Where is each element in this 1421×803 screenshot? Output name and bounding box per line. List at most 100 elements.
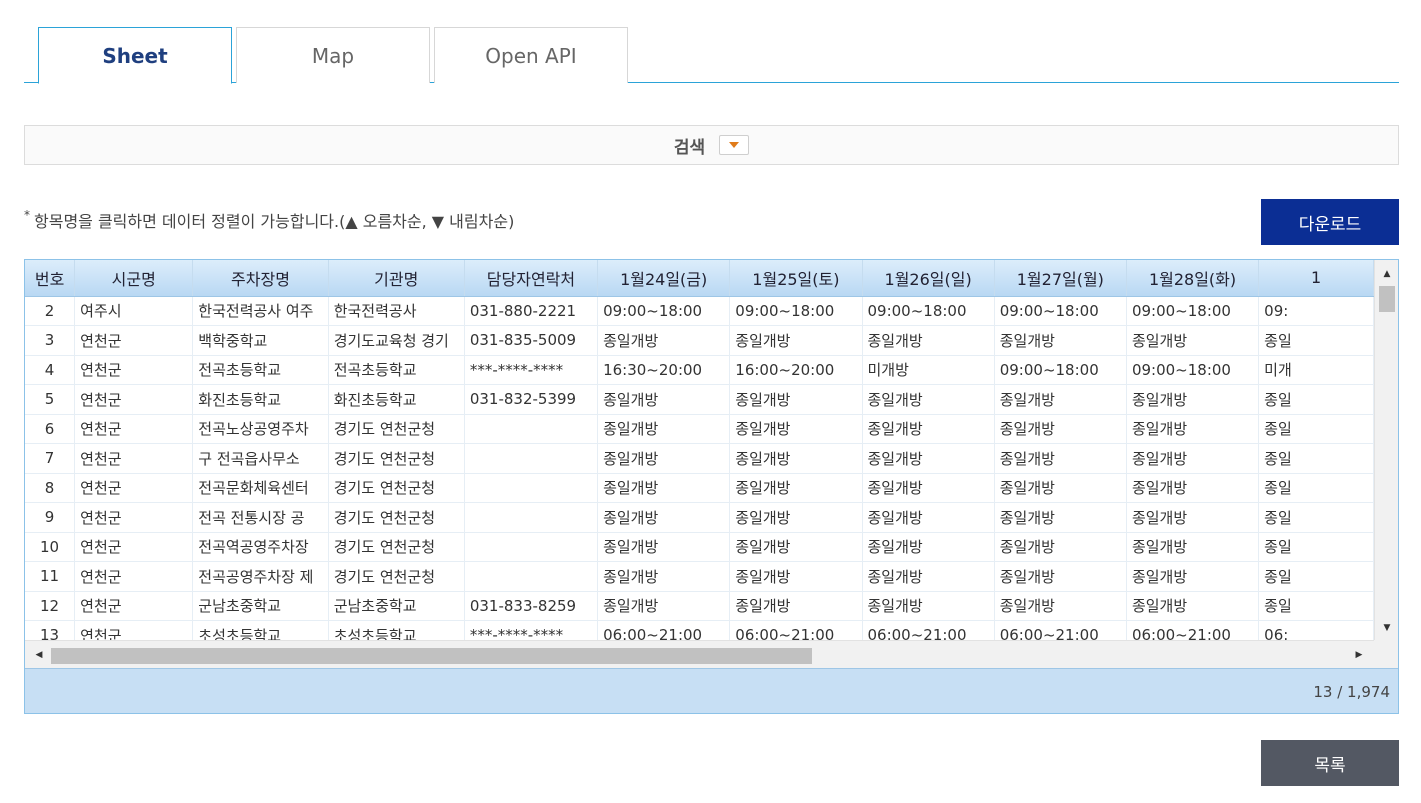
table-cell: 화진초등학교 (192, 384, 329, 415)
table-row[interactable]: 12 연천군 군남초중학교 군남초중학교 031-833-8259 종일개방 종일개방 종일개… (25, 591, 1374, 621)
table-row[interactable]: 7 연천군 구 전곡읍사무소 경기도 연천군청 종일개방 종일개방 종일개방 종일개방 종일개방… (25, 443, 1374, 474)
table-cell: 3 (25, 325, 76, 356)
table-row[interactable]: 4 연천군 전곡초등학교 전곡초등학교 ***-****-**** 16:30~20:00… (25, 355, 1374, 385)
table-cell: 종일개방 (994, 561, 1127, 592)
table-cell: 06:00~21:00 (862, 620, 995, 640)
table-cell: 종일개방 (862, 443, 995, 474)
column-header[interactable]: 1월26일(일) (862, 260, 995, 297)
table-cell: 종일개방 (597, 414, 731, 444)
table-cell: 백학중학교 (192, 325, 329, 356)
table-row[interactable]: 2 여주시 한국전력공사 여주 한국전력공사 031-880-2221 09:00~18:… (25, 296, 1374, 326)
table-cell: 031-832-5399 (464, 384, 599, 415)
table-cell: 종일개방 (597, 591, 731, 621)
list-button[interactable]: 목록 (1261, 740, 1399, 786)
table-cell: 종일개방 (597, 502, 731, 533)
table-cell (464, 414, 599, 444)
record-count: 13 / 1,974 (1313, 683, 1390, 701)
grid-footer: 13 / 1,974 (25, 668, 1398, 713)
table-cell: 종일개방 (994, 384, 1127, 415)
tab-map[interactable]: Map (236, 27, 430, 83)
table-cell: 구 전곡읍사무소 (192, 443, 329, 474)
table-cell: 09:00~18:00 (597, 296, 731, 326)
table-cell: 12 (25, 591, 76, 621)
table-cell: 종일개방 (862, 561, 995, 592)
table-cell: 종일개방 (597, 561, 731, 592)
scroll-left-icon[interactable]: ◀ (29, 645, 49, 665)
table-cell: 종일개방 (862, 414, 995, 444)
table-cell: 종일개방 (862, 591, 995, 621)
scroll-up-icon[interactable]: ▲ (1375, 264, 1398, 284)
column-header[interactable]: 1월27일(월) (994, 260, 1127, 297)
table-cell: 종일개방 (597, 325, 731, 356)
table-cell: 11 (25, 561, 76, 592)
column-header[interactable]: 1월25일(토) (729, 260, 863, 297)
table-cell: ***-****-**** (464, 620, 599, 640)
table-cell: 종일개방 (862, 532, 995, 562)
table-cell: 전곡초등학교 (328, 355, 465, 385)
table-cell: 종일개방 (597, 473, 731, 503)
table-row[interactable]: 5 연천군 화진초등학교 화진초등학교 031-832-5399 종일개방 종일개방 종일개방… (25, 384, 1374, 415)
table-cell: 군남초중학교 (192, 591, 329, 621)
table-cell: 09: (1258, 296, 1374, 326)
table-cell: 연천군 (74, 325, 194, 356)
table-cell: 16:00~20:00 (729, 355, 863, 385)
column-header[interactable]: 시군명 (74, 260, 194, 297)
table-cell: 종일개방 (729, 532, 863, 562)
table-row[interactable]: 8 연천군 전곡문화체육센터 경기도 연천군청 종일개방 종일개방 종일개방 종일개방 종일개방… (25, 473, 1374, 503)
table-cell: 종일개방 (597, 384, 731, 415)
table-cell: 연천군 (74, 384, 194, 415)
table-cell: 종일개방 (994, 502, 1127, 533)
table-row[interactable]: 9 연천군 전곡 전통시장 공 경기도 연천군청 종일개방 종일개방 종일개방 종일개방 종일개… (25, 502, 1374, 533)
table-cell: 종일개방 (1126, 414, 1260, 444)
table-cell: 종일 (1258, 561, 1374, 592)
search-panel-toggle[interactable]: 검색 (24, 125, 1399, 165)
scroll-down-icon[interactable]: ▼ (1375, 618, 1398, 638)
grid-viewport: 번호 시군명 주차장명 기관명 담당자연락처 1월24일(금) 1월25일(토) 1월26일(… (25, 260, 1374, 640)
chevron-down-icon[interactable] (719, 135, 750, 155)
table-cell: 종일개방 (862, 384, 995, 415)
column-header[interactable]: 1 (1258, 260, 1374, 297)
scroll-right-icon[interactable]: ▶ (1349, 645, 1369, 665)
table-cell: 종일개방 (994, 414, 1127, 444)
table-cell: 종일개방 (1126, 384, 1260, 415)
data-grid: 번호 시군명 주차장명 기관명 담당자연락처 1월24일(금) 1월25일(토) 1월26일(… (24, 259, 1399, 714)
tab-open-api[interactable]: Open API (434, 27, 628, 83)
column-header[interactable]: 담당자연락처 (464, 260, 599, 297)
table-cell: 경기도 연천군청 (328, 473, 465, 503)
column-header[interactable]: 번호 (25, 260, 76, 297)
table-cell: 전곡노상공영주차 (192, 414, 329, 444)
table-cell: 13 (25, 620, 76, 640)
column-header[interactable]: 1월24일(금) (597, 260, 731, 297)
table-cell: 06:00~21:00 (597, 620, 731, 640)
table-cell: 종일 (1258, 384, 1374, 415)
table-cell: 종일개방 (597, 532, 731, 562)
table-cell: 종일개방 (729, 325, 863, 356)
tab-sheet[interactable]: Sheet (38, 27, 232, 84)
horizontal-scroll-thumb[interactable] (51, 648, 812, 664)
table-cell: 종일 (1258, 443, 1374, 474)
table-cell: 경기도 연천군청 (328, 414, 465, 444)
table-cell: 종일개방 (994, 532, 1127, 562)
column-header[interactable]: 1월28일(화) (1126, 260, 1260, 297)
column-header[interactable]: 기관명 (328, 260, 465, 297)
table-cell: 연천군 (74, 443, 194, 474)
table-cell: 종일개방 (729, 502, 863, 533)
table-cell: 경기도교육청 경기 (328, 325, 465, 356)
table-cell: 9 (25, 502, 76, 533)
table-cell: ***-****-**** (464, 355, 599, 385)
table-row[interactable]: 13 연천군 초성초등학교 초성초등학교 ***-****-**** 06:00~21:0… (25, 620, 1374, 640)
table-cell: 초성초등학교 (328, 620, 465, 640)
column-header[interactable]: 주차장명 (192, 260, 329, 297)
table-row[interactable]: 10 연천군 전곡역공영주차장 경기도 연천군청 종일개방 종일개방 종일개방 종일개방 종일개… (25, 532, 1374, 562)
table-cell: 종일 (1258, 473, 1374, 503)
table-cell: 종일개방 (1126, 473, 1260, 503)
table-row[interactable]: 11 연천군 전곡공영주차장 제 경기도 연천군청 종일개방 종일개방 종일개방 종일개방 종일… (25, 561, 1374, 592)
vertical-scrollbar[interactable]: ▲ ▼ (1374, 260, 1398, 640)
table-row[interactable]: 3 연천군 백학중학교 경기도교육청 경기 031-835-5009 종일개방 종일개방 종일… (25, 325, 1374, 356)
vertical-scroll-thumb[interactable] (1379, 286, 1395, 312)
horizontal-scrollbar[interactable]: ◀ ▶ (25, 640, 1374, 668)
download-button[interactable]: 다운로드 (1261, 199, 1399, 245)
table-cell: 전곡공영주차장 제 (192, 561, 329, 592)
table-cell: 미개방 (862, 355, 995, 385)
table-row[interactable]: 6 연천군 전곡노상공영주차 경기도 연천군청 종일개방 종일개방 종일개방 종일개방 종일개방… (25, 414, 1374, 444)
